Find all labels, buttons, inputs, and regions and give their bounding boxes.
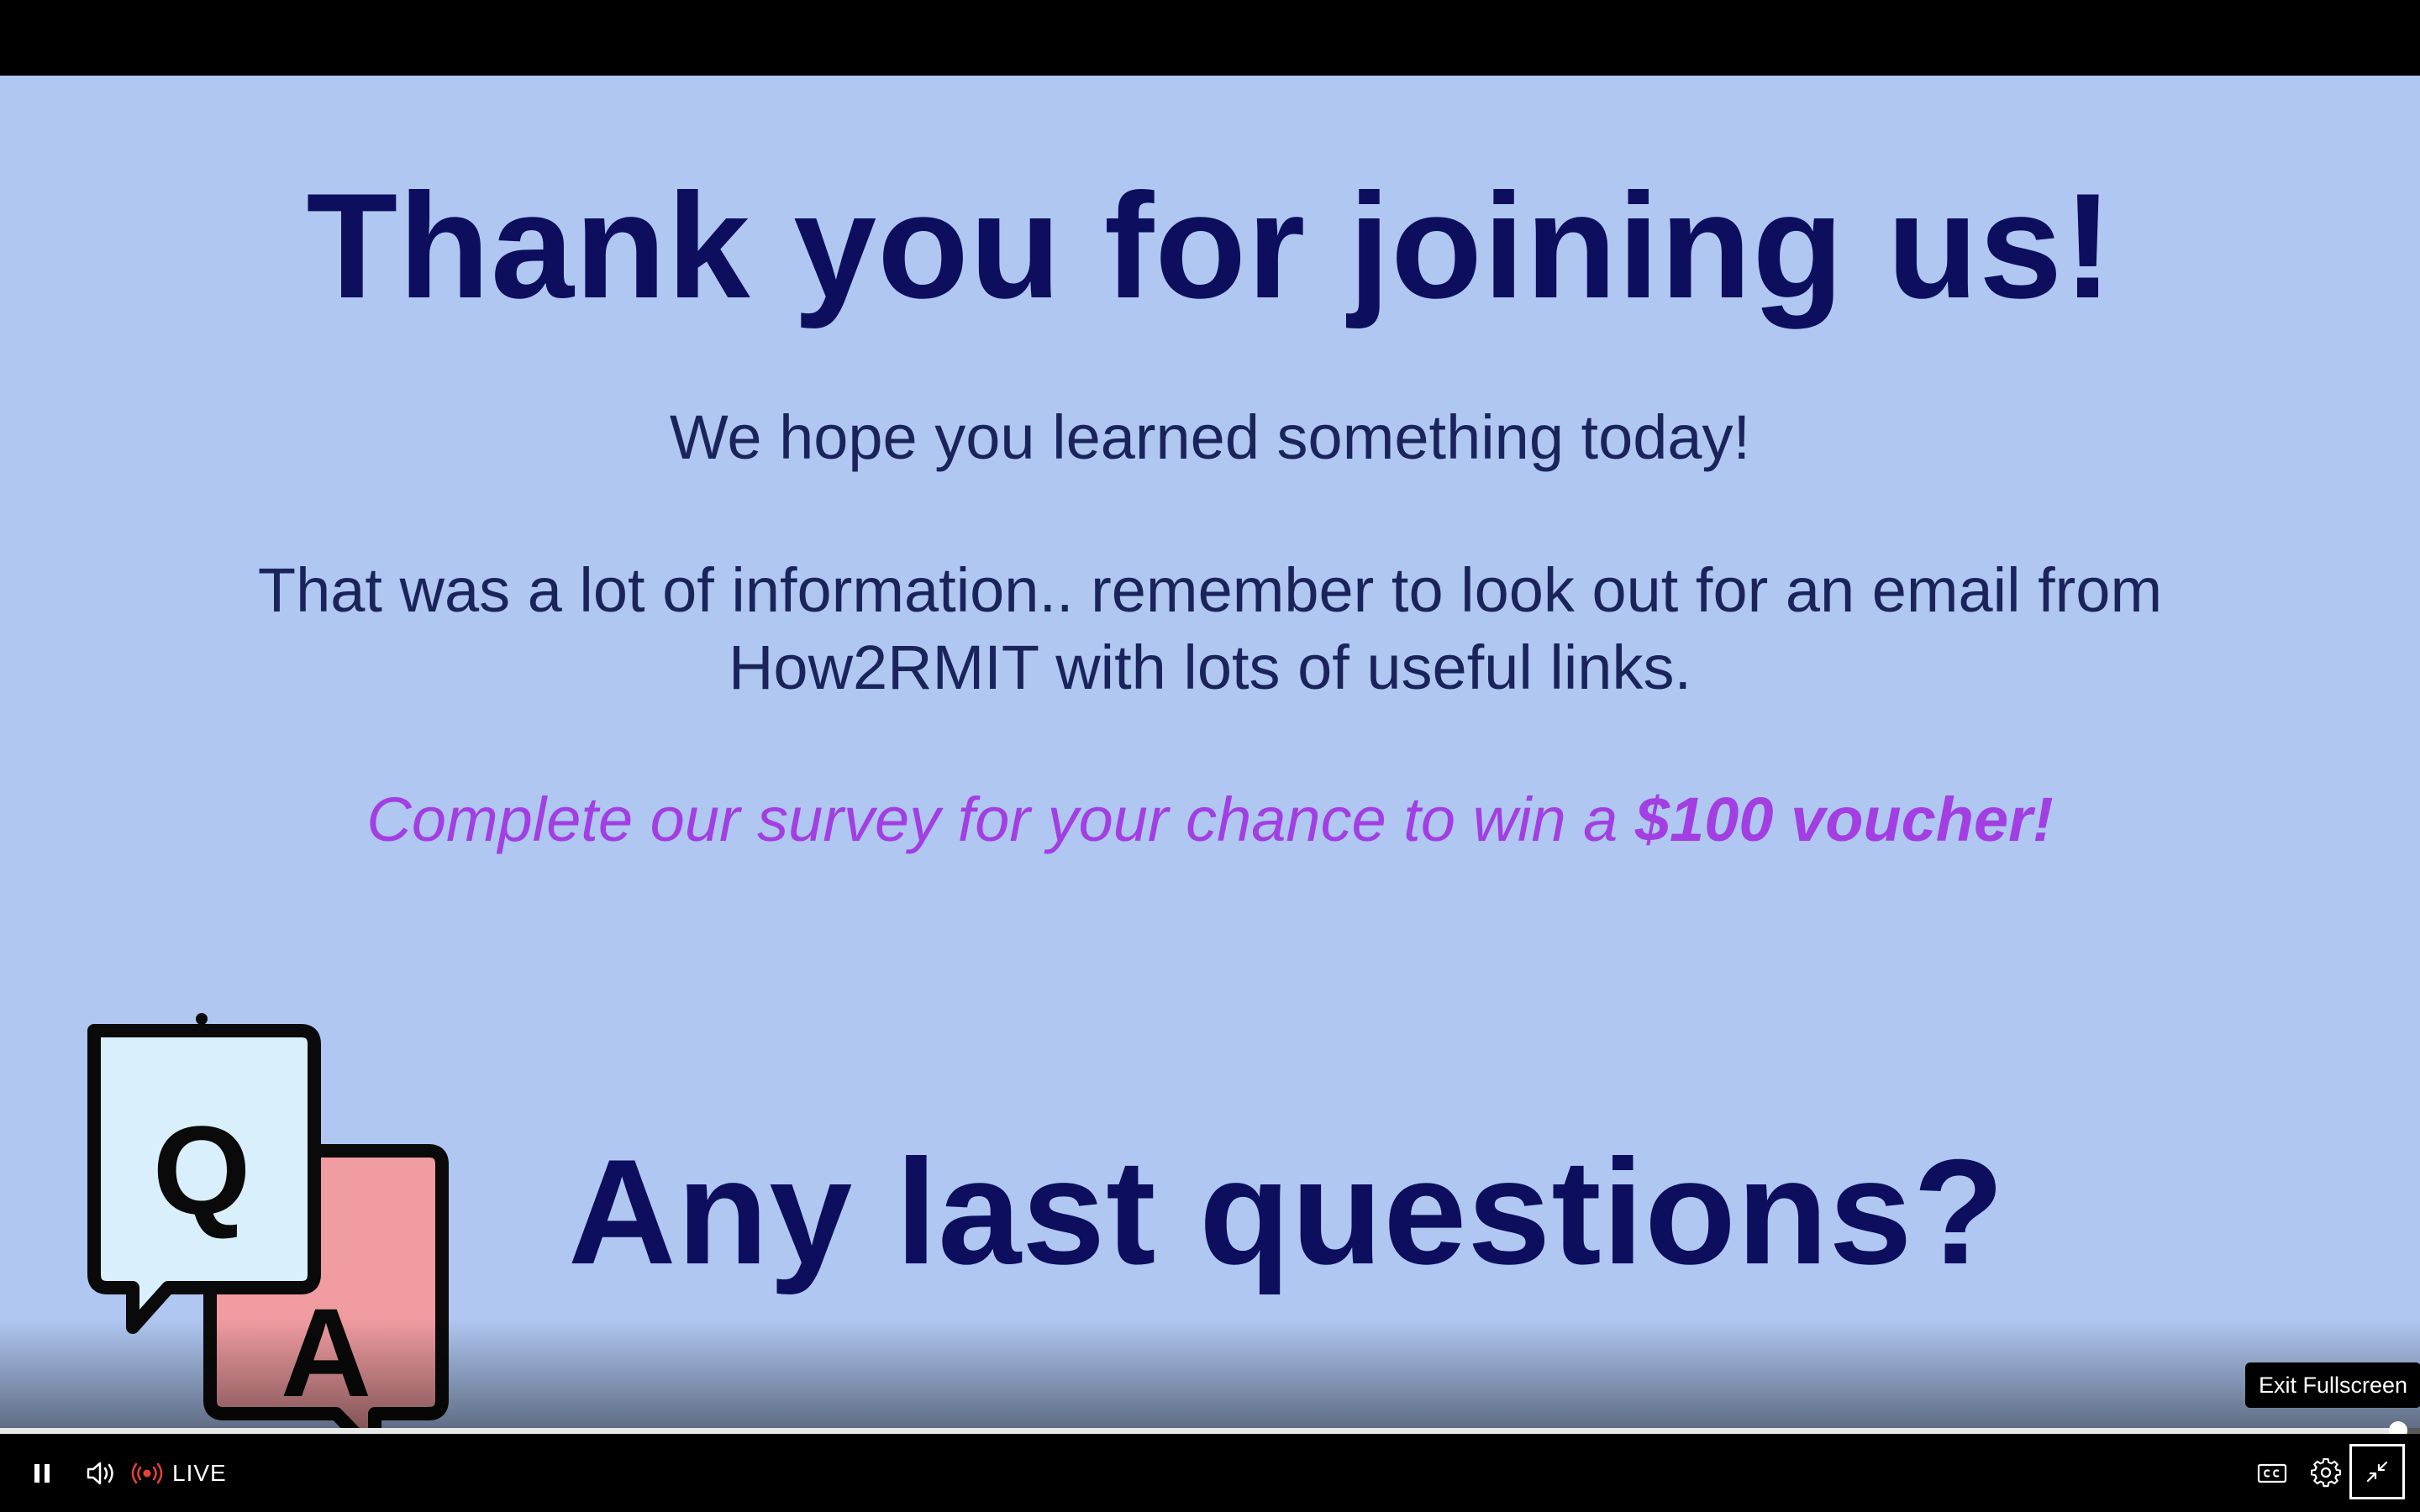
qa-letter-q: Q — [153, 1100, 251, 1241]
questions-heading: Any last questions? — [568, 1128, 2006, 1295]
live-broadcast-icon — [131, 1462, 163, 1483]
exit-fullscreen-tooltip: Exit Fullscreen — [2245, 1362, 2420, 1408]
exit-fullscreen-button[interactable] — [2349, 1444, 2405, 1499]
survey-text: Complete our survey for your chance to w… — [0, 784, 2420, 855]
hope-text: We hope you learned something today! — [669, 402, 1751, 472]
video-player[interactable]: Thank you for joining us! We hope you le… — [0, 0, 2420, 1512]
seek-bar[interactable] — [0, 1421, 2420, 1440]
video-frame[interactable]: Thank you for joining us! We hope you le… — [0, 76, 2420, 1428]
closed-captions-button[interactable] — [2249, 1434, 2296, 1512]
pause-icon — [34, 1463, 50, 1483]
control-bar: LIVE — [0, 1434, 2420, 1512]
survey-prize: $100 voucher! — [1634, 785, 2054, 854]
live-label: LIVE — [172, 1459, 227, 1486]
survey-text-main: Complete our survey for your chance to w… — [366, 785, 1635, 854]
closed-captions-icon — [2257, 1463, 2287, 1483]
letterbox-top — [0, 0, 2420, 76]
live-indicator[interactable]: LIVE — [130, 1434, 227, 1512]
slide-title: Thank you for joining us! — [306, 162, 2114, 329]
settings-button[interactable] — [2302, 1434, 2349, 1512]
volume-icon — [87, 1462, 113, 1484]
exit-fullscreen-icon — [2366, 1461, 2388, 1483]
pause-button[interactable] — [18, 1434, 66, 1512]
controls-gradient — [0, 1319, 2420, 1428]
info-text-line-1: That was a lot of information.. remember… — [257, 555, 2163, 625]
gear-icon — [2311, 1457, 2341, 1487]
info-text-line-2: How2RMIT with lots of useful links. — [728, 633, 1692, 702]
seek-bar-played — [0, 1428, 2396, 1434]
volume-button[interactable] — [74, 1434, 129, 1512]
